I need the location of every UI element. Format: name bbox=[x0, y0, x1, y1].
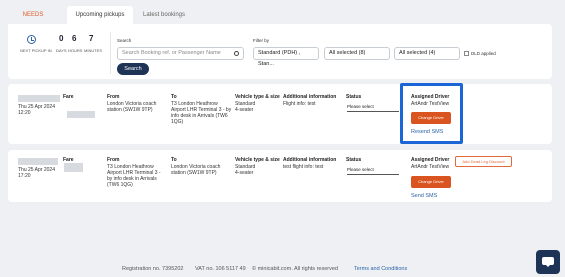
days-label: DAYS bbox=[56, 48, 67, 53]
terms-link[interactable]: Terms and Conditions bbox=[354, 266, 407, 272]
registration-number: Registration no. 7395202 bbox=[122, 266, 184, 272]
tab-latest-bookings[interactable]: Latest bookings bbox=[138, 6, 190, 24]
search-icon bbox=[234, 51, 239, 56]
minutes-value: 7 bbox=[89, 34, 94, 43]
vat-number: VAT no. 106 5117 49 bbox=[195, 266, 246, 272]
status-select[interactable]: Please select bbox=[347, 103, 399, 112]
dld-checkbox[interactable] bbox=[464, 51, 469, 56]
dld-label: DLD applied bbox=[471, 51, 496, 56]
vehicle-type-select[interactable]: Standard (PDH) , Stan... bbox=[253, 47, 319, 67]
from-address: London Victoria coach station (SW1W 9TP) bbox=[107, 101, 157, 113]
vehicle-seats: 4-seater bbox=[235, 107, 254, 113]
days-value: 0 bbox=[59, 34, 64, 43]
search-input[interactable]: Search Booking ref. or Passenger Name bbox=[117, 47, 244, 60]
clock-icon bbox=[27, 35, 36, 44]
to-header: To bbox=[171, 94, 177, 100]
info-header: Additional information bbox=[283, 157, 337, 163]
from-header: From bbox=[107, 94, 120, 100]
next-pickup-label: NEXT PICKUP IN bbox=[20, 48, 52, 53]
search-button[interactable]: Search bbox=[117, 63, 149, 75]
to-address: T3 London Heathrow Airport LHR Terminal … bbox=[171, 101, 232, 125]
highlight-box bbox=[400, 83, 463, 144]
redacted-fare bbox=[67, 111, 95, 118]
from-header: From bbox=[107, 157, 120, 163]
add-dead-leg-discount-button[interactable]: Add Dead Leg Discount bbox=[455, 156, 512, 167]
to-address: London Victoria coach station (SW1W 9TP) bbox=[171, 164, 221, 176]
chat-icon[interactable] bbox=[536, 250, 560, 274]
additional-info: Flight info: test bbox=[283, 101, 316, 107]
status-select[interactable]: Please select bbox=[347, 166, 399, 175]
status-header: Status bbox=[346, 157, 362, 163]
minutes-label: MINUTES bbox=[84, 48, 102, 53]
assigned-driver-header: Assigned Driver bbox=[411, 157, 450, 163]
additional-info: test flight info: test bbox=[283, 164, 324, 170]
tab-upcoming-pickups[interactable]: Upcoming pickups bbox=[67, 6, 133, 24]
redacted-ref bbox=[18, 95, 60, 102]
redacted-ref bbox=[18, 158, 58, 165]
pickup-time: 12:20 bbox=[18, 110, 31, 116]
from-address: T3 London Heathrow Airport LHR Terminal … bbox=[107, 164, 161, 188]
change-driver-button[interactable]: Change Driver bbox=[411, 176, 451, 188]
status-header: Status bbox=[346, 94, 362, 100]
vehicle-seats: 4-seater bbox=[235, 170, 254, 176]
driver-name: ArtAndr TestView bbox=[411, 164, 450, 170]
fare-header: Fare bbox=[63, 94, 74, 100]
search-label: Search bbox=[117, 38, 132, 43]
divider bbox=[110, 32, 111, 74]
vehicle-header: Vehicle type & size bbox=[235, 157, 280, 163]
hours-value: 6 bbox=[72, 34, 77, 43]
fare-header: Fare bbox=[63, 157, 74, 163]
copyright: © minicabit.com. All rights reserved bbox=[252, 266, 338, 272]
filter-select-1[interactable]: All selected (8) bbox=[324, 47, 390, 60]
filter-select-2[interactable]: All selected (4) bbox=[394, 47, 460, 60]
tab-needs-attention[interactable]: NEEDS ATTENTION bbox=[6, 6, 60, 36]
to-header: To bbox=[171, 157, 177, 163]
hours-label: HOURS bbox=[68, 48, 83, 53]
vehicle-header: Vehicle type & size bbox=[235, 94, 280, 100]
redacted-fare bbox=[64, 163, 83, 172]
info-header: Additional information bbox=[283, 94, 337, 100]
tab-bar: NEEDS ATTENTION Upcoming pickups Latest … bbox=[0, 0, 565, 36]
filter-label: Filter by bbox=[253, 38, 270, 43]
pickup-time: 17:20 bbox=[18, 173, 31, 179]
send-sms-link[interactable]: Send SMS bbox=[411, 193, 437, 199]
